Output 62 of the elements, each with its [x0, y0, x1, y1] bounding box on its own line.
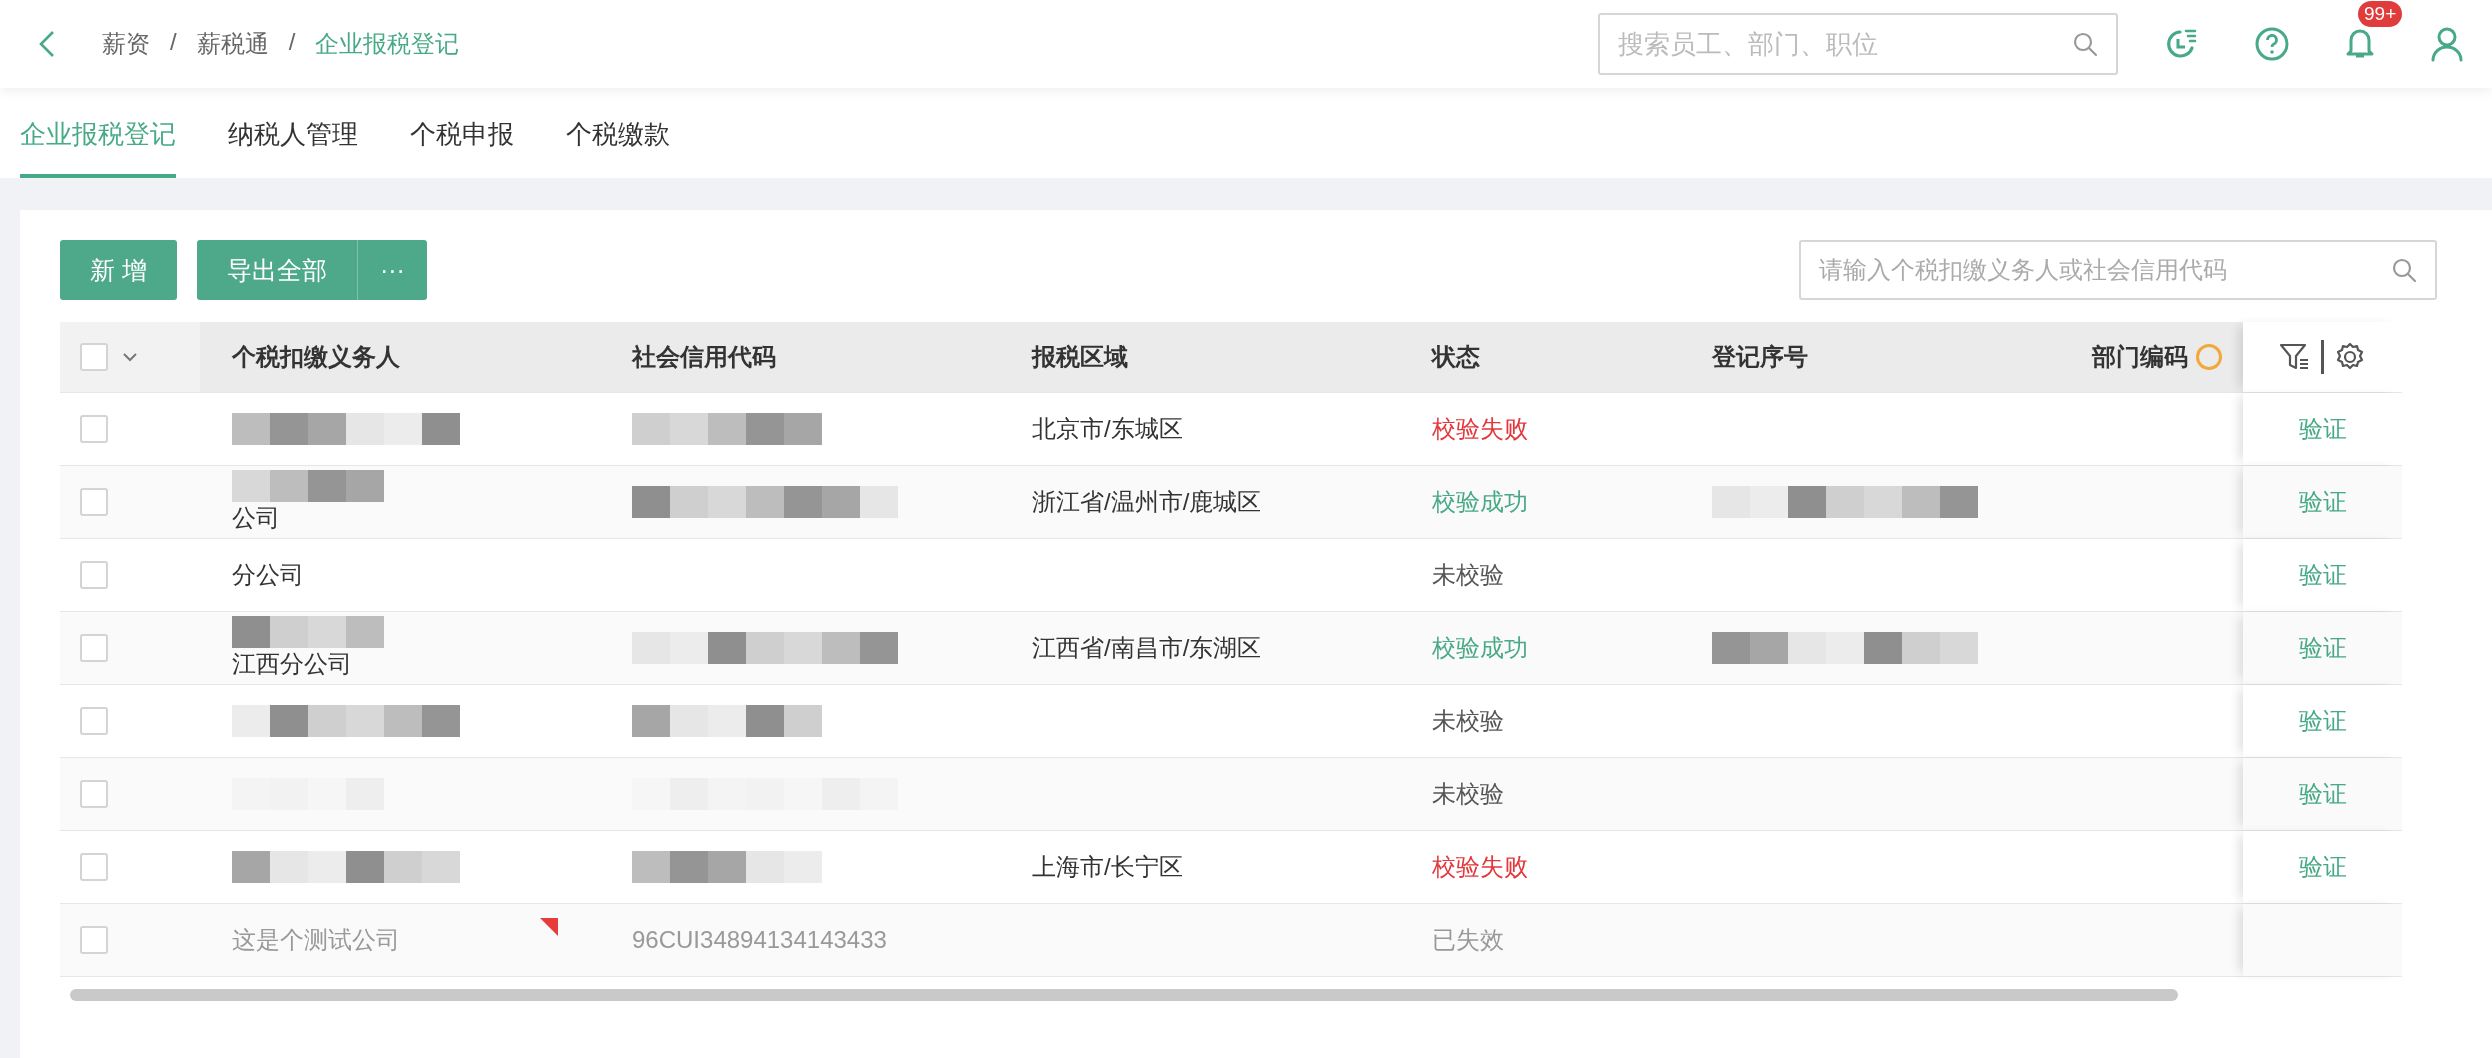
row-checkbox[interactable]	[80, 780, 108, 808]
breadcrumb-separator: /	[170, 28, 177, 57]
row-checkbox[interactable]	[80, 853, 108, 881]
caret-icon[interactable]	[122, 352, 138, 362]
status-text: 已失效	[1432, 925, 1505, 955]
row-checkbox[interactable]	[80, 488, 108, 516]
row-checkbox[interactable]	[80, 561, 108, 589]
more-button[interactable]: ···	[356, 240, 427, 300]
breadcrumb-link[interactable]: 薪税通	[196, 28, 269, 60]
status-text: 未校验	[1432, 560, 1505, 590]
verify-link[interactable]: 验证	[2298, 632, 2347, 664]
row-checkbox[interactable]	[80, 707, 108, 735]
filter-icon[interactable]	[2279, 342, 2311, 372]
search-field[interactable]: 请输入个税扣缴义务人或社会信用代码	[1799, 240, 2437, 300]
search-icon[interactable]	[2072, 31, 2098, 57]
add-button[interactable]: 新 增	[60, 240, 177, 300]
search-icon[interactable]	[2391, 257, 2417, 283]
help-icon[interactable]	[2254, 26, 2290, 62]
row-checkbox[interactable]	[80, 415, 108, 443]
column-header: 社会信用代码	[632, 342, 777, 372]
horizontal-scrollbar[interactable]	[70, 989, 2178, 1001]
table-cell-text: 浙江省/温州市/鹿城区	[1032, 487, 1263, 517]
select-all-checkbox[interactable]	[80, 343, 108, 371]
tab[interactable]: 纳税人管理	[228, 88, 358, 178]
status-text: 校验成功	[1432, 487, 1529, 517]
verify-link[interactable]: 验证	[2298, 851, 2347, 883]
breadcrumb-current[interactable]: 企业报税登记	[315, 28, 460, 60]
column-header: 个税扣缴义务人	[232, 342, 401, 372]
tab[interactable]: 个税申报	[410, 88, 514, 178]
table-cell-text: 江西分公司	[232, 649, 353, 679]
table-cell-text: 江西省/南昌市/东湖区	[1032, 633, 1263, 663]
breadcrumb-separator: /	[288, 28, 296, 57]
verify-link[interactable]: 验证	[2298, 778, 2347, 810]
notification-badge: 99+	[2358, 1, 2403, 27]
status-text: 未校验	[1432, 706, 1505, 736]
export-all-button[interactable]: 导出全部	[196, 240, 357, 300]
table-cell-text: 这是个测试公司	[232, 925, 401, 955]
search-field[interactable]: 搜索员工、部门、职位	[1598, 13, 2118, 75]
user-icon[interactable]	[2430, 26, 2464, 62]
verify-link[interactable]: 验证	[2298, 486, 2347, 518]
table-cell-text: 公司	[232, 503, 281, 533]
verify-link[interactable]: 验证	[2298, 705, 2347, 737]
breadcrumb-link[interactable]: 薪资	[102, 28, 150, 60]
table-cell-text: 96CUI34894134143433	[632, 926, 888, 954]
status-text: 校验失败	[1432, 414, 1529, 444]
column-header: 登记序号	[1712, 342, 1809, 372]
status-text: 校验失败	[1432, 852, 1529, 882]
status-text: 未校验	[1432, 779, 1505, 809]
verify-link[interactable]: 验证	[2298, 413, 2347, 445]
circle-icon	[2196, 344, 2222, 370]
column-header: 部门编码	[2092, 342, 2188, 372]
row-checkbox[interactable]	[80, 634, 108, 662]
column-header: 状态	[1432, 342, 1481, 372]
table-cell-text: 北京市/东城区	[1032, 414, 1184, 444]
tab[interactable]: 个税缴款	[566, 88, 670, 178]
status-text: 校验成功	[1432, 633, 1529, 663]
verify-link[interactable]: 验证	[2298, 559, 2347, 591]
tab[interactable]: 企业报税登记	[20, 88, 176, 178]
table-cell-text: 上海市/长宁区	[1032, 852, 1184, 882]
column-header: 报税区域	[1032, 342, 1129, 372]
table-cell-text: 分公司	[232, 560, 305, 590]
back-icon[interactable]	[38, 30, 56, 58]
